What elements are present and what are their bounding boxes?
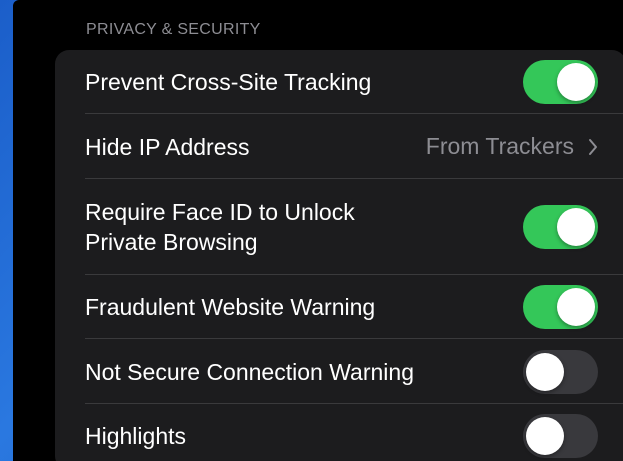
- row-highlights[interactable]: Highlights: [55, 404, 623, 461]
- settings-screen: PRIVACY & SECURITY Prevent Cross-Site Tr…: [13, 0, 623, 461]
- row-require-face-id[interactable]: Require Face ID to Unlock Private Browsi…: [55, 179, 623, 275]
- toggle-knob: [526, 417, 564, 455]
- toggle-knob: [557, 208, 595, 246]
- not-secure-connection-warning-toggle[interactable]: [523, 349, 598, 394]
- hide-ip-address-value[interactable]: From Trackers: [426, 133, 598, 160]
- row-prevent-cross-site-tracking[interactable]: Prevent Cross-Site Tracking: [55, 50, 623, 114]
- row-fraudulent-website-warning[interactable]: Fraudulent Website Warning: [55, 275, 623, 339]
- require-face-id-toggle[interactable]: [523, 205, 598, 249]
- row-label: Not Secure Connection Warning: [85, 358, 414, 385]
- row-label: Require Face ID to Unlock Private Browsi…: [85, 199, 355, 255]
- row-label: Fraudulent Website Warning: [85, 294, 376, 320]
- toggle-knob: [526, 352, 564, 391]
- fraudulent-website-warning-toggle[interactable]: [523, 285, 598, 329]
- row-hide-ip-address[interactable]: Hide IP Address From Trackers: [55, 114, 623, 179]
- row-label: Prevent Cross-Site Tracking: [85, 69, 372, 95]
- section-header-privacy-security: PRIVACY & SECURITY: [86, 21, 261, 38]
- toggle-knob: [557, 63, 595, 101]
- row-not-secure-connection-warning[interactable]: Not Secure Connection Warning: [55, 339, 623, 404]
- hide-ip-address-value-text: From Trackers: [425, 133, 574, 159]
- row-label: Hide IP Address: [85, 133, 250, 160]
- chevron-right-icon: [589, 138, 597, 155]
- privacy-security-group: Prevent Cross-Site Tracking Hide IP Addr…: [55, 50, 623, 461]
- row-label: Highlights: [85, 423, 186, 449]
- toggle-knob: [557, 288, 595, 326]
- highlights-toggle[interactable]: [523, 414, 598, 458]
- prevent-cross-site-tracking-toggle[interactable]: [523, 60, 598, 104]
